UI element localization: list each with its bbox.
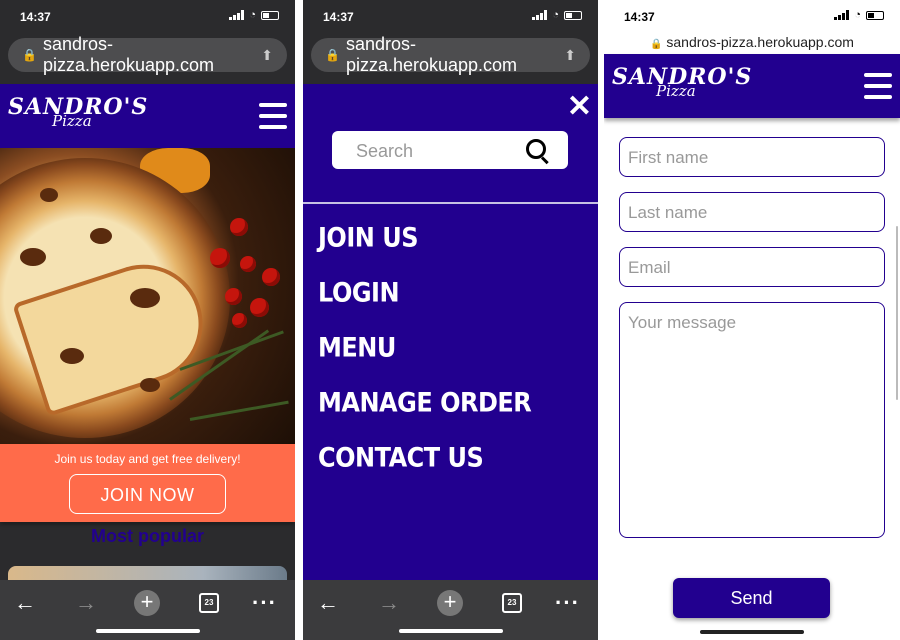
status-icons: ◔: [834, 9, 884, 21]
wifi-icon: ◔: [854, 9, 861, 21]
forward-arrow-icon[interactable]: →: [378, 590, 400, 616]
search-input[interactable]: Search: [356, 141, 413, 162]
tomato: [240, 256, 256, 272]
tomato: [232, 313, 247, 328]
pizza-spot: [90, 228, 112, 244]
address-bar[interactable]: 🔒 sandros-pizza.herokuapp.com ⬆: [8, 34, 287, 75]
last-name-field[interactable]: Last name: [619, 192, 885, 232]
tabs-icon[interactable]: 23: [502, 593, 522, 613]
site-logo[interactable]: SANDRO'S Pizza: [8, 96, 148, 129]
lock-icon: 🔒: [22, 48, 37, 62]
first-name-field[interactable]: First name: [619, 137, 885, 177]
url-text: sandros-pizza.herokuapp.com: [666, 34, 854, 50]
divider: [303, 202, 598, 204]
share-icon[interactable]: ⬆: [564, 47, 576, 64]
url-text: sandros-pizza.herokuapp.com: [345, 34, 518, 75]
new-tab-icon[interactable]: +: [437, 590, 463, 616]
share-icon[interactable]: ⬆: [261, 47, 273, 64]
search-icon[interactable]: [526, 139, 546, 159]
promo-text: Join us today and get free delivery!: [54, 452, 241, 466]
address-bar[interactable]: 🔒 sandros-pizza.herokuapp.com ⬆: [311, 34, 590, 75]
tomato: [262, 268, 280, 286]
signal-icon: [229, 10, 245, 20]
url-text: sandros-pizza.herokuapp.com: [42, 34, 215, 75]
home-screen: 14:37 ◔ 🔒 sandros-pizza.herokuapp.com ⬆ …: [0, 0, 295, 640]
status-time: 14:37: [624, 10, 655, 24]
wifi-icon: ◔: [249, 9, 256, 21]
forward-arrow-icon[interactable]: →: [75, 590, 97, 616]
pizza-spot: [60, 348, 84, 364]
battery-icon: [261, 10, 279, 20]
address-bar[interactable]: 🔒 sandros-pizza.herokuapp.com: [604, 34, 900, 50]
lock-icon: 🔒: [650, 39, 663, 50]
more-icon[interactable]: ···: [252, 590, 277, 616]
status-time: 14:37: [20, 10, 51, 24]
back-arrow-icon[interactable]: ←: [317, 590, 339, 616]
browser-toolbar: ← → + 23 ···: [303, 580, 598, 640]
site-logo[interactable]: SANDRO'S Pizza: [612, 66, 752, 99]
wifi-icon: ◔: [552, 9, 559, 21]
back-arrow-icon[interactable]: ←: [14, 590, 36, 616]
site-header: SANDRO'S Pizza: [604, 54, 900, 118]
hamburger-icon[interactable]: [259, 103, 287, 129]
signal-icon: [834, 10, 850, 20]
menu-item-join-us[interactable]: JOIN US: [318, 222, 531, 284]
menu-item-manage-order[interactable]: MANAGE ORDER: [318, 387, 532, 449]
menu-item-menu[interactable]: MENU: [318, 332, 531, 394]
close-icon[interactable]: ✕: [567, 92, 592, 122]
pizza-spot: [140, 378, 160, 392]
pizza-spot: [130, 288, 160, 308]
hero-image: [0, 148, 295, 444]
tomato: [250, 298, 269, 317]
rosemary: [189, 400, 289, 421]
email-field[interactable]: Email: [619, 247, 885, 287]
status-bar: 14:37 ◔: [604, 0, 900, 34]
more-icon[interactable]: ···: [555, 590, 580, 616]
send-button[interactable]: Send: [673, 578, 830, 618]
contact-screen: 14:37 ◔ 🔒 sandros-pizza.herokuapp.com SA…: [604, 0, 900, 640]
nav-menu: JOIN US LOGIN MENU MANAGE ORDER CONTACT …: [318, 222, 532, 497]
status-time: 14:37: [323, 10, 354, 24]
status-icons: ◔: [229, 9, 279, 21]
tomato: [230, 218, 248, 236]
join-now-button[interactable]: JOIN NOW: [69, 474, 226, 514]
menu-screen: 14:37 ◔ 🔒 sandros-pizza.herokuapp.com ⬆ …: [303, 0, 598, 640]
home-indicator: [700, 630, 804, 634]
status-bar: 14:37 ◔: [0, 0, 295, 34]
signal-icon: [532, 10, 548, 20]
pizza-spot: [20, 248, 46, 266]
tomato: [225, 288, 242, 305]
tabs-icon[interactable]: 23: [199, 593, 219, 613]
promo-banner: Join us today and get free delivery! JOI…: [0, 444, 295, 522]
tomato: [210, 248, 230, 268]
status-icons: ◔: [532, 9, 582, 21]
site-header: SANDRO'S Pizza: [0, 84, 295, 148]
battery-icon: [564, 10, 582, 20]
scrollbar[interactable]: [896, 226, 898, 400]
message-field[interactable]: Your message: [619, 302, 885, 538]
battery-icon: [866, 10, 884, 20]
status-bar: 14:37 ◔: [303, 0, 598, 34]
new-tab-icon[interactable]: +: [134, 590, 160, 616]
lock-icon: 🔒: [325, 48, 340, 62]
hamburger-icon[interactable]: [864, 73, 892, 99]
pizza-spot: [40, 188, 58, 202]
section-title: Most popular: [91, 526, 204, 546]
home-indicator: [95, 629, 200, 633]
menu-item-contact-us[interactable]: CONTACT US: [318, 442, 531, 504]
menu-item-login[interactable]: LOGIN: [318, 277, 531, 339]
browser-toolbar: ← → + 23 ···: [0, 580, 295, 640]
home-indicator: [398, 629, 503, 633]
search-box[interactable]: Search: [332, 131, 568, 169]
